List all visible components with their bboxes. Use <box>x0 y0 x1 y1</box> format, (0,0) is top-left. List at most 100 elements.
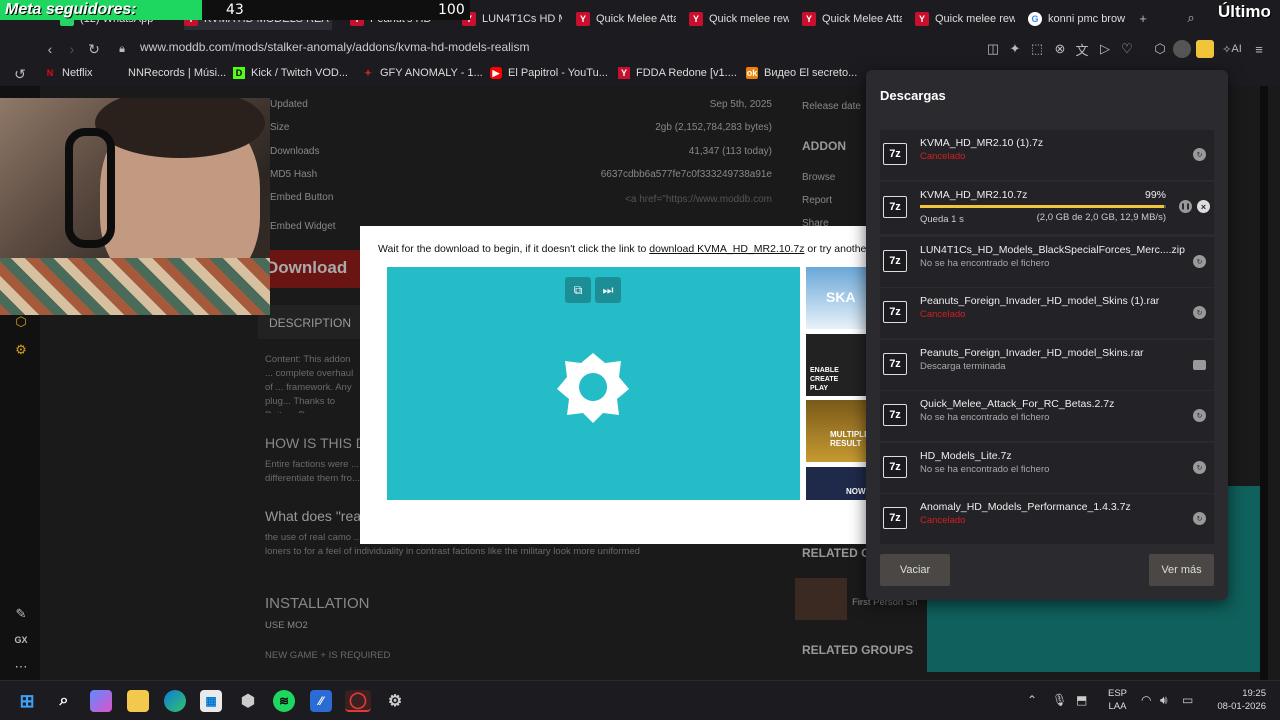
translate-icon[interactable]: 文 <box>1073 40 1091 58</box>
wifi-icon[interactable]: ◠ <box>1141 693 1151 707</box>
tab-konni[interactable]: Gkonni pmc brow <box>1028 8 1128 30</box>
download-item-active[interactable]: 7z KVMA_HD_MR2.10.7z 99% Queda 1 s (2,0 … <box>880 182 1214 234</box>
pause-icon[interactable]: ❚❚ <box>1179 200 1192 213</box>
bookmark-secreto[interactable]: ok Видео El secreto... <box>746 67 857 79</box>
retry-icon[interactable]: ↻ <box>1193 255 1206 268</box>
bookmark-nnrecords[interactable]: NNRecords | Músi... <box>110 67 226 79</box>
reload-icon[interactable]: ↻ <box>84 39 104 59</box>
split-view-icon[interactable]: ◫ <box>984 40 1002 58</box>
tab-lun4t1cs[interactable]: YLUN4T1Cs HD M <box>462 8 562 30</box>
adblock-icon[interactable]: ⊗ <box>1051 40 1069 58</box>
pin-icon[interactable]: ✦ <box>1006 40 1024 58</box>
profile-avatar[interactable] <box>1173 40 1191 58</box>
pin-sidebar-icon[interactable]: ✎ <box>12 605 30 623</box>
heart-icon[interactable]: ♡ <box>1118 40 1136 58</box>
download-percent: 99% <box>1144 189 1166 201</box>
ad-video-player[interactable]: ⧉ ⏭ <box>387 267 800 500</box>
retry-icon[interactable]: ↻ <box>1193 306 1206 319</box>
follower-goal-label: Meta seguidores: <box>5 1 137 18</box>
battery-icon[interactable]: ▭ <box>1182 693 1193 707</box>
bookmark-netflix[interactable]: N Netflix <box>44 67 93 79</box>
system-clock[interactable]: 19:25 08-01-2026 <box>1212 687 1266 713</box>
search-icon[interactable]: ⌕ <box>53 690 75 712</box>
downloads-panel: Descargas 7z KVMA_HD_MR2.10 (1).7z Cance… <box>866 70 1228 600</box>
downloads-toolbar-icon[interactable] <box>1196 40 1214 58</box>
clear-downloads-button[interactable]: Vaciar <box>880 554 950 586</box>
retry-icon[interactable]: ↻ <box>1193 148 1206 161</box>
video-thumbnail-4[interactable]: NOW <box>806 467 868 500</box>
tab-quick-melee-3[interactable]: Y Quick Melee Atta <box>802 8 902 30</box>
address-bar: ‹ › ↻ 🔒︎ www.moddb.com/mods/stalker-anom… <box>0 36 1280 62</box>
video-thumbnail-1[interactable]: SKA <box>806 267 868 329</box>
download-status: Cancelado <box>920 515 966 526</box>
more-icon[interactable]: ⋯ <box>12 658 30 676</box>
steam-icon[interactable]: ⚙ <box>384 690 406 712</box>
tab-quick-melee-2[interactable]: Y Quick melee rew <box>689 8 789 30</box>
app-chart-icon[interactable]: ⁄⁄ <box>310 690 332 712</box>
url-field[interactable]: www.moddb.com/mods/stalker-anomaly/addon… <box>140 40 529 54</box>
follower-goal-max: 100 <box>438 2 465 18</box>
tab-quick-melee-4[interactable]: Y Quick melee rew <box>915 8 1015 30</box>
video-thumbnail-3[interactable]: MULTIPLE RESULT <box>806 400 868 462</box>
tray-chevron-icon[interactable]: ⌃ <box>1027 693 1037 707</box>
volume-icon[interactable]: 🔊︎ <box>1160 693 1168 708</box>
extensions-sidebar-icon[interactable]: ⬡ <box>12 313 30 331</box>
retry-icon[interactable]: ↻ <box>1193 512 1206 525</box>
snapshot-icon[interactable]: ⬚ <box>1028 40 1046 58</box>
windows-start-icon[interactable]: ⊞ <box>16 690 38 712</box>
bookmark-fdda[interactable]: Y FDDA Redone [v1.... <box>618 67 737 79</box>
menu-icon[interactable]: ≡ <box>1250 40 1268 58</box>
cancel-download-icon[interactable]: × <box>1197 200 1210 213</box>
download-item[interactable]: 7z Peanuts_Foreign_Invader_HD_model_Skin… <box>880 288 1214 338</box>
search-tabs-icon[interactable]: ⌕ <box>1182 9 1200 27</box>
ai-button[interactable]: ✧ AI <box>1218 40 1246 58</box>
opera-gx-icon[interactable]: ◯ <box>345 690 371 712</box>
loading-logo-icon <box>557 353 629 423</box>
download-item[interactable]: 7z LUN4T1Cs_HD_Models_BlackSpecialForces… <box>880 237 1214 287</box>
tray-app-icon[interactable]: ⬒ <box>1076 693 1087 707</box>
download-filename: Peanuts_Foreign_Invader_HD_model_Skins.r… <box>920 347 1144 359</box>
youtube-icon: ▶ <box>490 67 502 79</box>
moddb-icon: Y <box>689 12 703 26</box>
extensions-icon[interactable]: ⬡ <box>1151 40 1169 58</box>
tab-quick-melee-1[interactable]: Y Quick Melee Atta <box>576 8 676 30</box>
gx-icon[interactable]: GX <box>12 631 30 649</box>
send-icon[interactable]: ▷ <box>1096 40 1114 58</box>
language-indicator[interactable]: ESP LAA <box>1108 687 1127 713</box>
retry-icon[interactable]: ↻ <box>1193 409 1206 422</box>
download-filename: LUN4T1Cs_HD_Models_BlackSpecialForces_Me… <box>920 244 1185 256</box>
new-tab-icon[interactable]: + <box>1134 9 1152 27</box>
download-item[interactable]: 7z Quick_Melee_Attack_For_RC_Betas.2.7z … <box>880 391 1214 441</box>
microphone-icon[interactable]: 🎙︎ <box>1052 693 1067 707</box>
download-item[interactable]: 7z KVMA_HD_MR2.10 (1).7z Cancelado ↻ <box>880 130 1214 180</box>
copilot-icon[interactable] <box>90 690 112 712</box>
history-icon[interactable]: ↺ <box>10 64 30 84</box>
download-time-left: Queda 1 s <box>920 214 964 225</box>
popout-icon[interactable]: ⧉ <box>565 277 591 303</box>
bookmark-kick[interactable]: D Kick / Twitch VOD... <box>233 67 348 79</box>
download-modal: Wait for the download to begin, if it do… <box>360 226 882 544</box>
downloads-title: Descargas <box>880 88 946 103</box>
download-item[interactable]: 7z Peanuts_Foreign_Invader_HD_model_Skin… <box>880 340 1214 390</box>
download-filename: KVMA_HD_MR2.10 (1).7z <box>920 137 1044 149</box>
see-more-button[interactable]: Ver más <box>1149 554 1214 586</box>
download-item[interactable]: 7z HD_Models_Lite.7z No se ha encontrado… <box>880 443 1214 493</box>
forward-icon[interactable]: › <box>62 39 82 59</box>
skip-icon[interactable]: ⏭ <box>595 277 621 303</box>
spotify-icon[interactable]: ≋ <box>273 690 295 712</box>
settings-gear-icon[interactable]: ⚙ <box>12 341 30 359</box>
page-scrollbar[interactable] <box>1268 86 1280 680</box>
download-link[interactable]: download KVMA_HD_MR2.10.7z <box>649 243 804 255</box>
back-icon[interactable]: ‹ <box>40 39 60 59</box>
app-cube-icon[interactable]: ⬢ <box>237 690 259 712</box>
bookmark-papitrol[interactable]: ▶ El Papitrol - YouTu... <box>490 67 608 79</box>
bookmark-gfy[interactable]: ✦ GFY ANOMALY - 1... <box>362 67 482 79</box>
retry-icon[interactable]: ↻ <box>1193 461 1206 474</box>
download-item[interactable]: 7z Anomaly_HD_Models_Performance_1.4.3.7… <box>880 494 1214 544</box>
download-filename: Quick_Melee_Attack_For_RC_Betas.2.7z <box>920 398 1115 410</box>
folder-icon[interactable] <box>1193 360 1206 370</box>
edge-icon[interactable] <box>164 690 186 712</box>
store-icon[interactable]: ▦ <box>200 690 222 712</box>
file-explorer-icon[interactable] <box>127 690 149 712</box>
video-thumbnail-2[interactable]: ENABLE CREATE PLAY <box>806 334 868 396</box>
